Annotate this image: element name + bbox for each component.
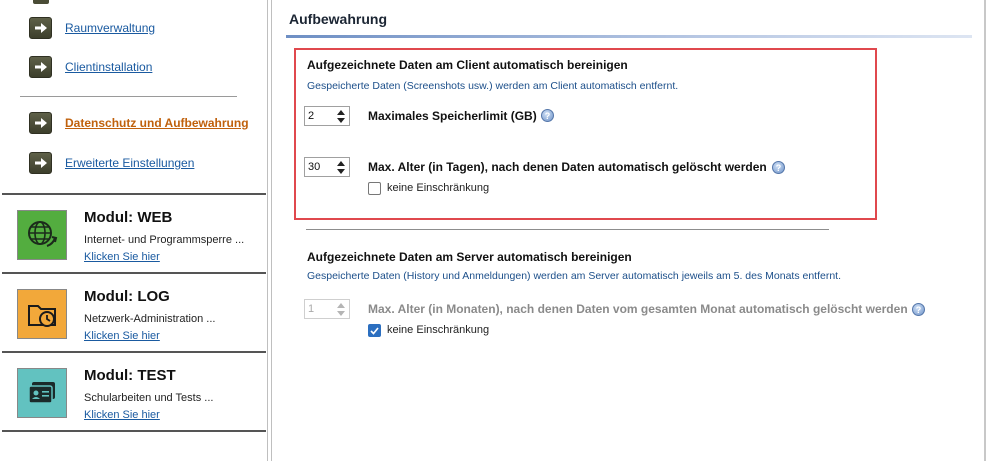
module-title: Modul: TEST (84, 367, 176, 384)
sidebar-item-clientinstallation[interactable]: Clientinstallation (29, 56, 152, 78)
client-no-limit-checkbox[interactable] (368, 182, 381, 195)
server-no-limit-checkbox[interactable] (368, 324, 381, 337)
stepper-arrows[interactable] (333, 107, 349, 125)
page-title: Aufbewahrung (289, 11, 387, 27)
sidebar-link-clientinstallation[interactable]: Clientinstallation (65, 60, 152, 74)
folder-clock-icon (17, 289, 67, 339)
client-section-subtext: Gespeicherte Daten (Screenshots usw.) we… (307, 80, 679, 92)
module-title: Modul: LOG (84, 288, 170, 305)
module-description: Internet- und Programmsperre ... (84, 234, 245, 246)
server-max-age-value: 1 (308, 303, 315, 315)
sidebar-link-erweiterte-einstellungen[interactable]: Erweiterte Einstellungen (65, 156, 194, 170)
stepper-arrows[interactable] (333, 300, 349, 318)
sidebar-bottom-rule (2, 430, 266, 432)
server-section-subtext: Gespeicherte Daten (History und Anmeldun… (307, 270, 842, 282)
arrow-right-icon (29, 152, 52, 174)
module-log: Modul: LOG Netzwerk-Administration ... K… (2, 272, 266, 351)
help-icon[interactable]: ? (772, 161, 785, 174)
help-icon[interactable]: ? (541, 109, 554, 122)
stepper-up-icon[interactable] (337, 160, 345, 166)
module-test: Modul: TEST Schularbeiten und Tests ... … (2, 351, 266, 430)
sidebar-link-raumverwaltung[interactable]: Raumverwaltung (65, 21, 155, 35)
module-description: Netzwerk-Administration ... (84, 313, 216, 325)
checkmark-icon (370, 326, 379, 335)
client-max-age-value: 30 (308, 161, 321, 173)
module-web: Modul: WEB Internet- und Programmsperre … (2, 193, 266, 272)
module-test-link[interactable]: Klicken Sie hier (84, 409, 160, 421)
stepper-up-icon[interactable] (337, 302, 345, 308)
client-max-age-label: Max. Alter (in Tagen), nach denen Daten … (368, 160, 767, 174)
stepper-down-icon[interactable] (337, 117, 345, 123)
sidebar-item-datenschutz[interactable]: Datenschutz und Aufbewahrung (29, 112, 249, 134)
client-no-limit-label: keine Einschränkung (387, 182, 490, 194)
server-section-heading: Aufgezeichnete Daten am Server automatis… (307, 250, 632, 264)
arrow-right-icon (29, 17, 52, 39)
stepper-down-icon[interactable] (337, 310, 345, 316)
sidebar-link-datenschutz[interactable]: Datenschutz und Aufbewahrung (65, 116, 249, 130)
storage-limit-label: Maximales Speicherlimit (GB) (368, 109, 537, 123)
arrow-right-icon (29, 56, 52, 78)
section-divider (306, 229, 829, 230)
client-cleanup-highlight (294, 48, 877, 220)
main-panel: Aufbewahrung Aufgezeichnete Daten am Cli… (271, 0, 986, 461)
storage-limit-value: 2 (308, 110, 315, 122)
arrow-right-icon (29, 112, 52, 134)
stepper-up-icon[interactable] (337, 109, 345, 115)
sidebar-item-raumverwaltung[interactable]: Raumverwaltung (29, 17, 155, 39)
stepper-arrows[interactable] (333, 158, 349, 176)
nav-item-partial (33, 0, 49, 4)
module-description: Schularbeiten und Tests ... (84, 392, 214, 404)
server-max-age-label: Max. Alter (in Monaten), nach denen Date… (368, 302, 908, 316)
nav-divider (20, 96, 237, 97)
module-title: Modul: WEB (84, 209, 173, 226)
sidebar-item-erweiterte-einstellungen[interactable]: Erweiterte Einstellungen (29, 152, 194, 174)
stepper-down-icon[interactable] (337, 168, 345, 174)
help-icon[interactable]: ? (912, 303, 925, 316)
storage-limit-stepper[interactable]: 2 (304, 106, 350, 126)
server-no-limit-label: keine Einschränkung (387, 324, 490, 336)
globe-icon (17, 210, 67, 260)
title-underline (286, 35, 972, 38)
client-section-heading: Aufgezeichnete Daten am Client automatis… (307, 58, 628, 72)
server-max-age-stepper[interactable]: 1 (304, 299, 350, 319)
module-web-link[interactable]: Klicken Sie hier (84, 251, 160, 263)
client-max-age-stepper[interactable]: 30 (304, 157, 350, 177)
id-card-icon (17, 368, 67, 418)
sidebar: Raumverwaltung Clientinstallation Datens… (0, 0, 268, 461)
module-log-link[interactable]: Klicken Sie hier (84, 330, 160, 342)
